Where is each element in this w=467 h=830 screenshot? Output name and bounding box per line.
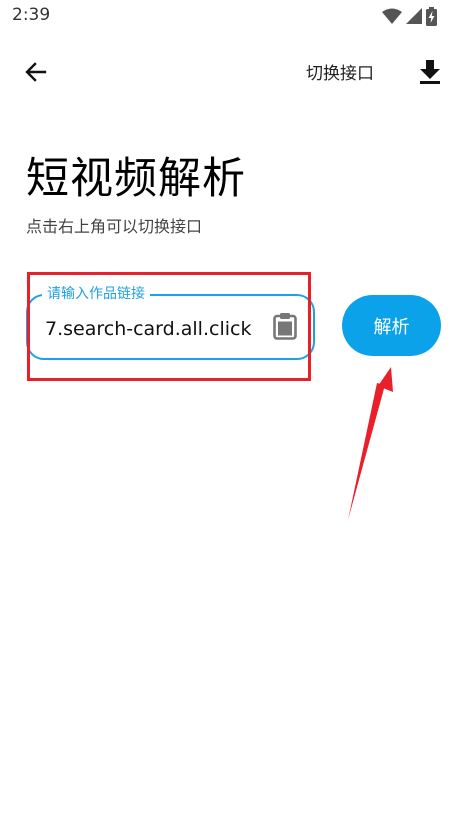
battery-charging-icon — [426, 6, 437, 26]
wifi-icon — [382, 8, 402, 24]
page-title: 短视频解析 — [26, 154, 246, 204]
status-time: 2:39 — [12, 5, 51, 25]
parse-button[interactable]: 解析 — [342, 295, 441, 356]
page-subtitle: 点击右上角可以切换接口 — [26, 217, 203, 236]
back-button[interactable] — [18, 56, 54, 92]
status-bar: 2:39 — [0, 0, 467, 32]
download-button[interactable] — [412, 56, 448, 92]
status-icons — [382, 6, 437, 26]
signal-icon — [406, 8, 422, 24]
app-bar: 切换接口 — [0, 44, 467, 100]
annotation-arrow — [348, 367, 393, 520]
switch-api-button[interactable]: 切换接口 — [306, 60, 374, 88]
download-icon — [419, 60, 441, 88]
arrow-left-icon — [24, 60, 48, 88]
annotation-highlight-box — [27, 272, 311, 381]
screen: 2:39 切换接口 短视频解析 点击右上角可以切换接口 请输入作品链接 7.se… — [0, 0, 467, 830]
